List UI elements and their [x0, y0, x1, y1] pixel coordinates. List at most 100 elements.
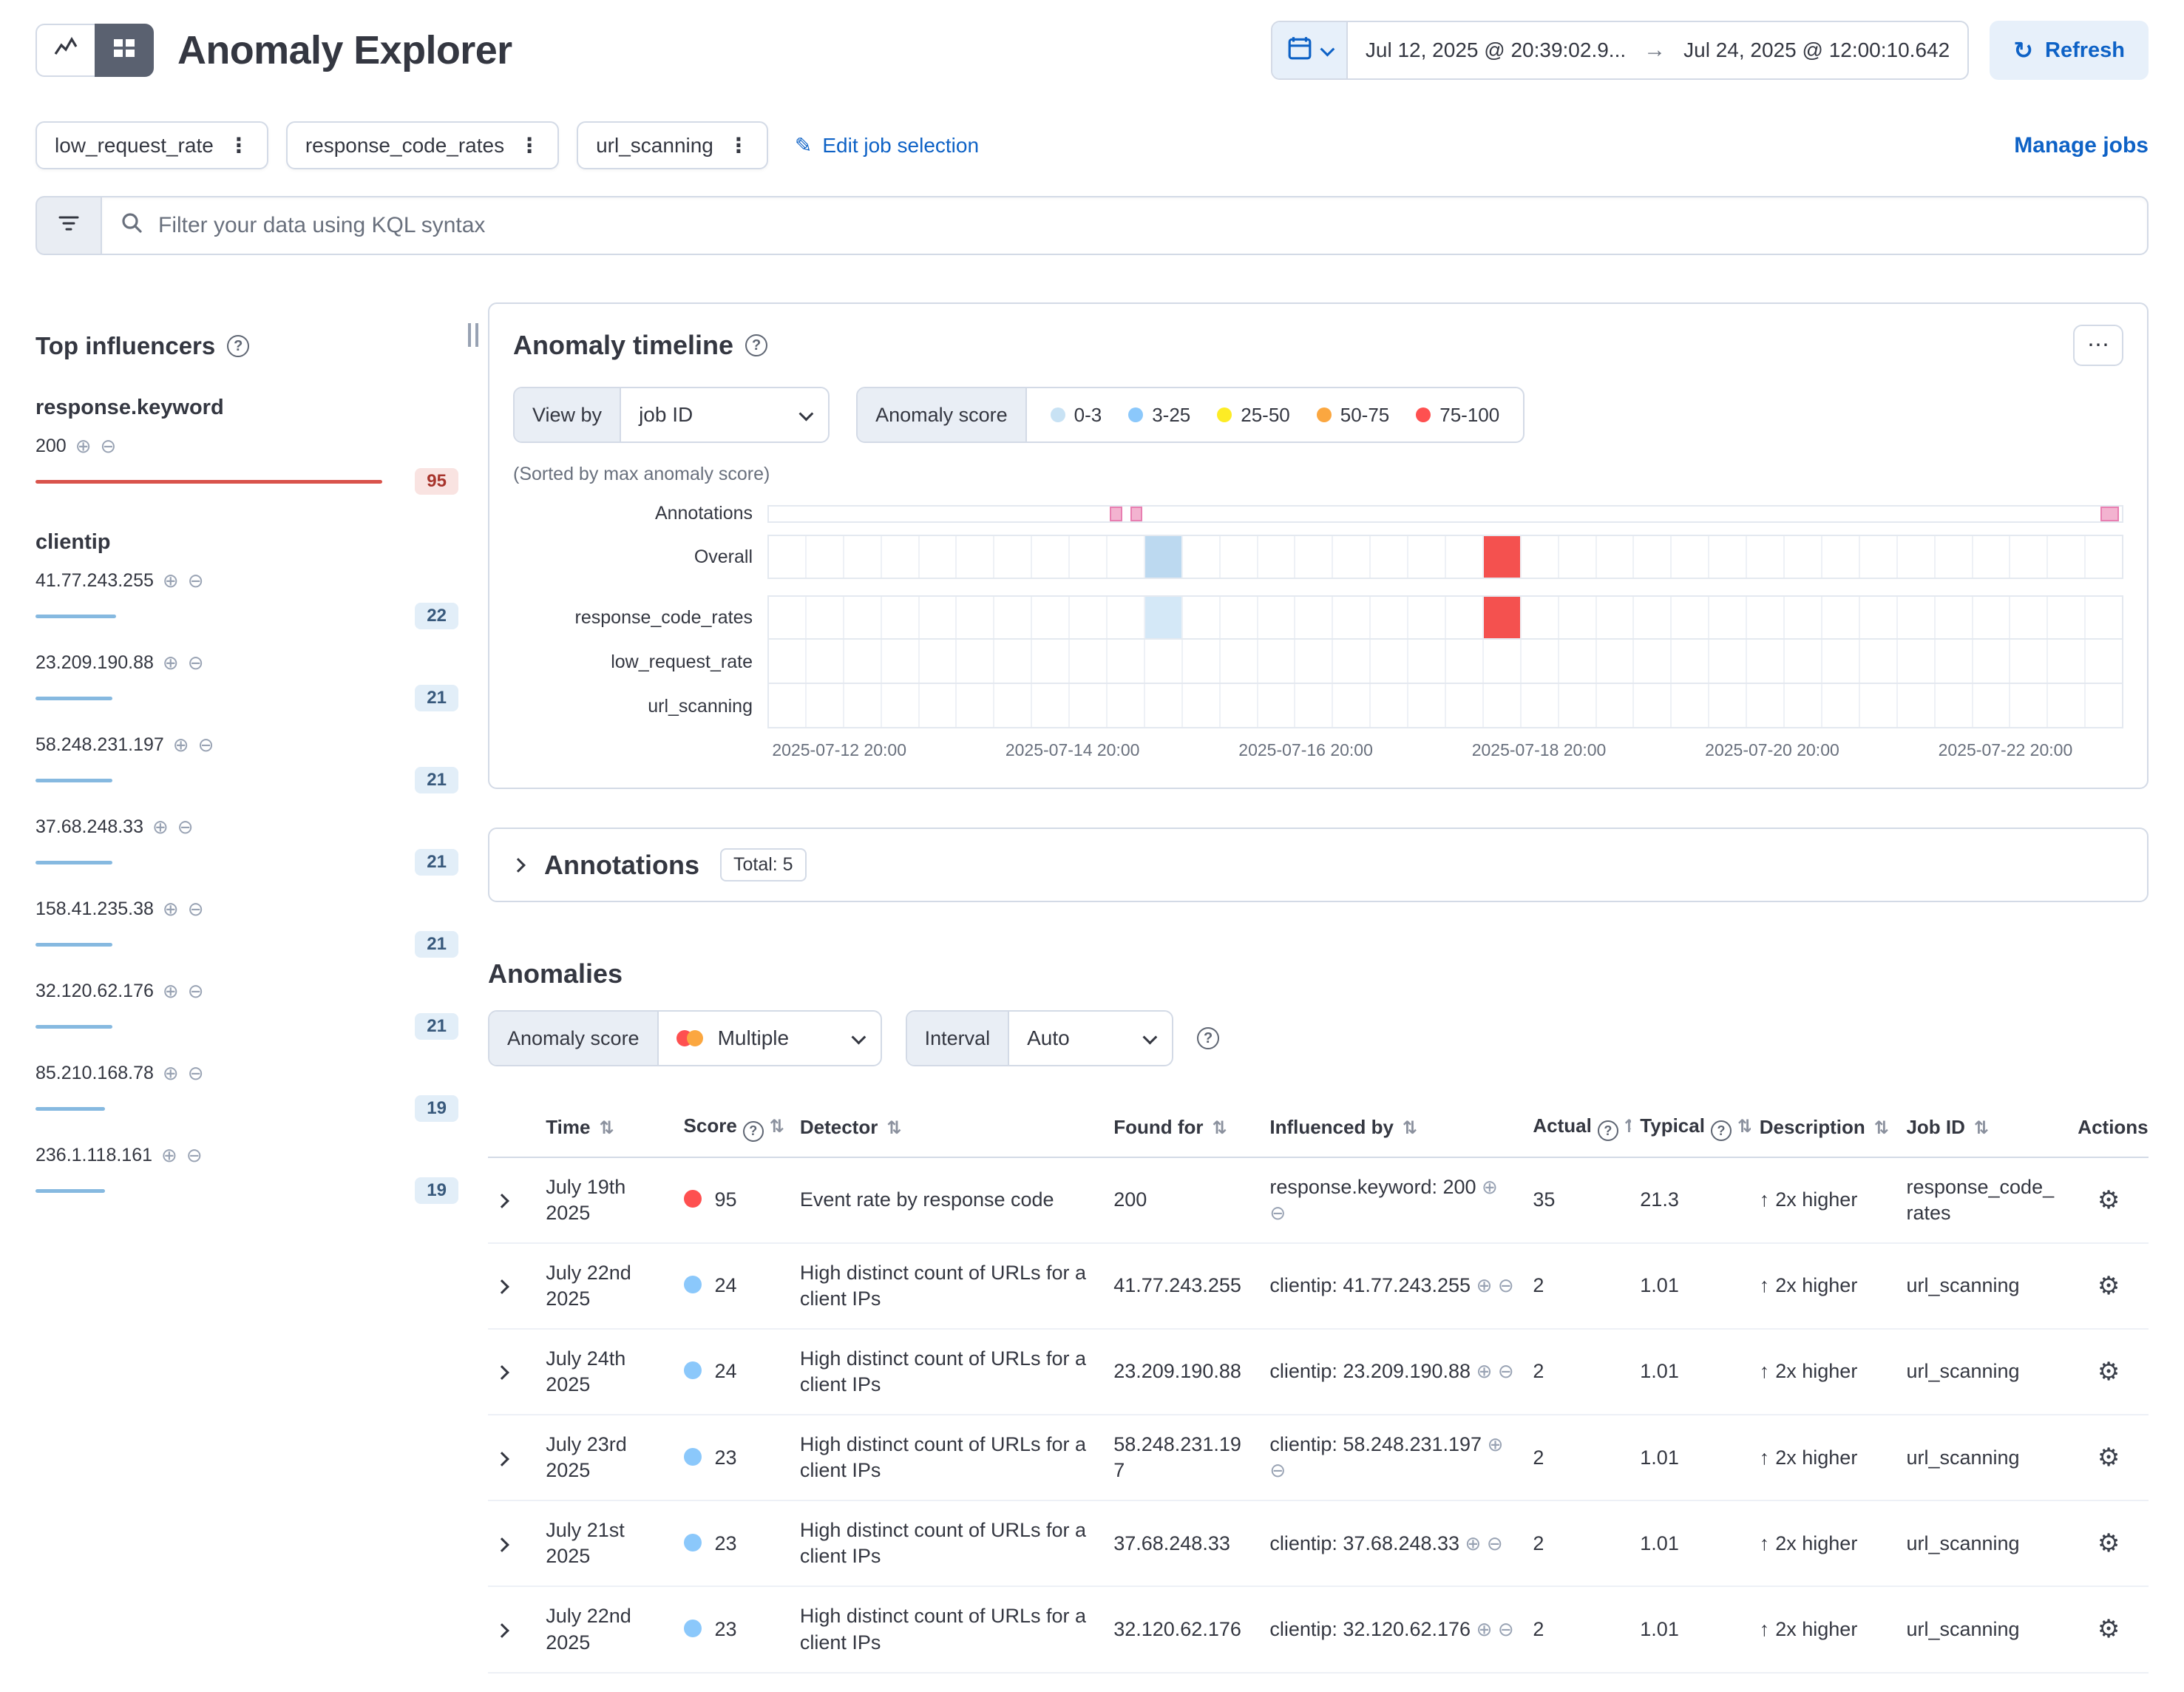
swimlane-cell[interactable]	[1597, 684, 1635, 727]
edit-job-selection-link[interactable]: ✎ Edit job selection	[795, 133, 979, 158]
influencer-value[interactable]: 158.41.235.38	[35, 899, 154, 920]
column-header-typical[interactable]: Typical?⇅	[1631, 1102, 1750, 1157]
column-header-description[interactable]: Description⇅	[1751, 1102, 1898, 1157]
add-filter-icon[interactable]: ⊕	[1476, 1360, 1493, 1382]
swimlane-cell[interactable]	[2048, 640, 2086, 683]
influencer-value[interactable]: 37.68.248.33	[35, 816, 143, 838]
date-end[interactable]: Jul 24, 2025 @ 12:00:10.642	[1666, 38, 1967, 62]
swimlane-cell[interactable]	[1484, 536, 1522, 578]
swimlane-cell[interactable]	[1446, 536, 1484, 578]
remove-filter-icon[interactable]: ⊖	[101, 435, 117, 458]
actions-gear-icon[interactable]: ⚙	[2097, 1272, 2120, 1300]
swimlane-track[interactable]	[767, 535, 2123, 579]
swimlane-cell[interactable]	[769, 640, 807, 683]
annotations-panel[interactable]: Annotations Total: 5	[488, 828, 2149, 902]
swimlane-cell[interactable]	[1522, 597, 1559, 638]
swimlane-cell[interactable]	[920, 640, 957, 683]
swimlane-cell[interactable]	[920, 684, 957, 727]
swimlane-cell[interactable]	[1709, 536, 1747, 578]
swimlane-cell[interactable]	[1860, 640, 1898, 683]
swimlane-cell[interactable]	[920, 597, 957, 638]
remove-filter-icon[interactable]: ⊖	[188, 569, 204, 592]
remove-filter-icon[interactable]: ⊖	[1498, 1360, 1514, 1382]
swimlane-cell[interactable]	[1221, 640, 1258, 683]
remove-filter-icon[interactable]: ⊖	[1498, 1618, 1514, 1640]
add-filter-icon[interactable]: ⊕	[163, 652, 179, 674]
swimlane-cell[interactable]	[1183, 640, 1221, 683]
swimlane-cell[interactable]	[769, 536, 807, 578]
column-header-score[interactable]: Score?⇅↓	[675, 1102, 791, 1157]
swimlane-cell[interactable]	[769, 684, 807, 727]
swimlane-cell[interactable]	[1258, 684, 1296, 727]
swimlane-cell[interactable]	[1634, 536, 1672, 578]
swimlane-cell[interactable]	[882, 640, 920, 683]
swimlane-cell[interactable]	[807, 684, 844, 727]
swimlane-cell[interactable]	[1634, 684, 1672, 727]
add-filter-icon[interactable]: ⊕	[163, 569, 179, 592]
remove-filter-icon[interactable]: ⊖	[1498, 1274, 1514, 1296]
swimlane-cell[interactable]	[807, 640, 844, 683]
swimlane-cell[interactable]	[1408, 536, 1446, 578]
swimlane-cell[interactable]	[1898, 684, 1936, 727]
remove-filter-icon[interactable]: ⊖	[177, 816, 194, 839]
swimlane-cell[interactable]	[1371, 640, 1408, 683]
swimlane-cell[interactable]	[1221, 597, 1258, 638]
expand-row-icon[interactable]	[495, 1279, 509, 1294]
swimlane-cell[interactable]	[1108, 684, 1145, 727]
swimlane-cell[interactable]	[1032, 536, 1070, 578]
swimlane-cell[interactable]	[1258, 536, 1296, 578]
swimlane-cell[interactable]	[807, 536, 844, 578]
swimlane-cell[interactable]	[994, 684, 1032, 727]
swimlane-cell[interactable]	[1183, 536, 1221, 578]
swimlane-track[interactable]	[767, 595, 2123, 640]
sort-icon[interactable]: ⇅	[886, 1118, 901, 1138]
add-filter-icon[interactable]: ⊕	[152, 816, 169, 839]
remove-filter-icon[interactable]: ⊖	[188, 1062, 204, 1085]
swimlane-cell[interactable]	[1634, 640, 1672, 683]
sort-icon[interactable]: ⇅	[1974, 1118, 1989, 1138]
add-filter-icon[interactable]: ⊕	[163, 980, 179, 1003]
swimlane-cell[interactable]	[1333, 597, 1371, 638]
swimlane-cell[interactable]	[1672, 597, 1709, 638]
swimlane-cell[interactable]	[1258, 597, 1296, 638]
swimlane-cell[interactable]	[1709, 684, 1747, 727]
swimlane-track[interactable]	[767, 684, 2123, 728]
swimlane-cell[interactable]	[994, 597, 1032, 638]
help-icon[interactable]: ?	[745, 334, 767, 356]
influencer-value[interactable]: 23.209.190.88	[35, 652, 154, 674]
column-header-job-id[interactable]: Job ID⇅	[1897, 1102, 2069, 1157]
job-badge-menu-icon[interactable]: ⋮	[519, 133, 540, 158]
swimlane-cell[interactable]	[1747, 597, 1785, 638]
actions-gear-icon[interactable]: ⚙	[2097, 1615, 2120, 1643]
swimlane-cell[interactable]	[1108, 597, 1145, 638]
calendar-dropdown-button[interactable]	[1272, 22, 1348, 78]
swimlane-cell[interactable]	[1032, 684, 1070, 727]
swimlane-cell[interactable]	[1973, 640, 2011, 683]
add-filter-icon[interactable]: ⊕	[163, 1062, 179, 1085]
swimlane-cell[interactable]	[1145, 536, 1183, 578]
swimlane-cell[interactable]	[1446, 597, 1484, 638]
swimlane-cell[interactable]	[1597, 536, 1635, 578]
swimlane-cell[interactable]	[1258, 640, 1296, 683]
expand-annotations-icon[interactable]	[511, 858, 526, 873]
swimlane-cell[interactable]	[1785, 684, 1822, 727]
remove-filter-icon[interactable]: ⊖	[198, 734, 214, 757]
swimlane-cell[interactable]	[1634, 597, 1672, 638]
swimlane-cell[interactable]	[957, 536, 994, 578]
swimlane-cell[interactable]	[2010, 684, 2048, 727]
swimlane-cell[interactable]	[1484, 640, 1522, 683]
swimlane-cell[interactable]	[1295, 536, 1333, 578]
swimlane-cell[interactable]	[1785, 597, 1822, 638]
manage-jobs-link[interactable]: Manage jobs	[2014, 133, 2149, 158]
swimlane-cell[interactable]	[1860, 684, 1898, 727]
remove-filter-icon[interactable]: ⊖	[186, 1144, 203, 1167]
panel-resize-handle[interactable]	[464, 302, 482, 1692]
sort-icon[interactable]: ⇅	[1624, 1117, 1631, 1137]
swimlane-cell[interactable]	[1973, 684, 2011, 727]
swimlane-cell[interactable]	[1822, 684, 1860, 727]
swimlane-cell[interactable]	[1522, 684, 1559, 727]
column-header-detector[interactable]: Detector⇅	[791, 1102, 1105, 1157]
swimlane-cell[interactable]	[1522, 640, 1559, 683]
swimlane-cell[interactable]	[882, 684, 920, 727]
sort-icon[interactable]: ⇅	[599, 1118, 614, 1138]
